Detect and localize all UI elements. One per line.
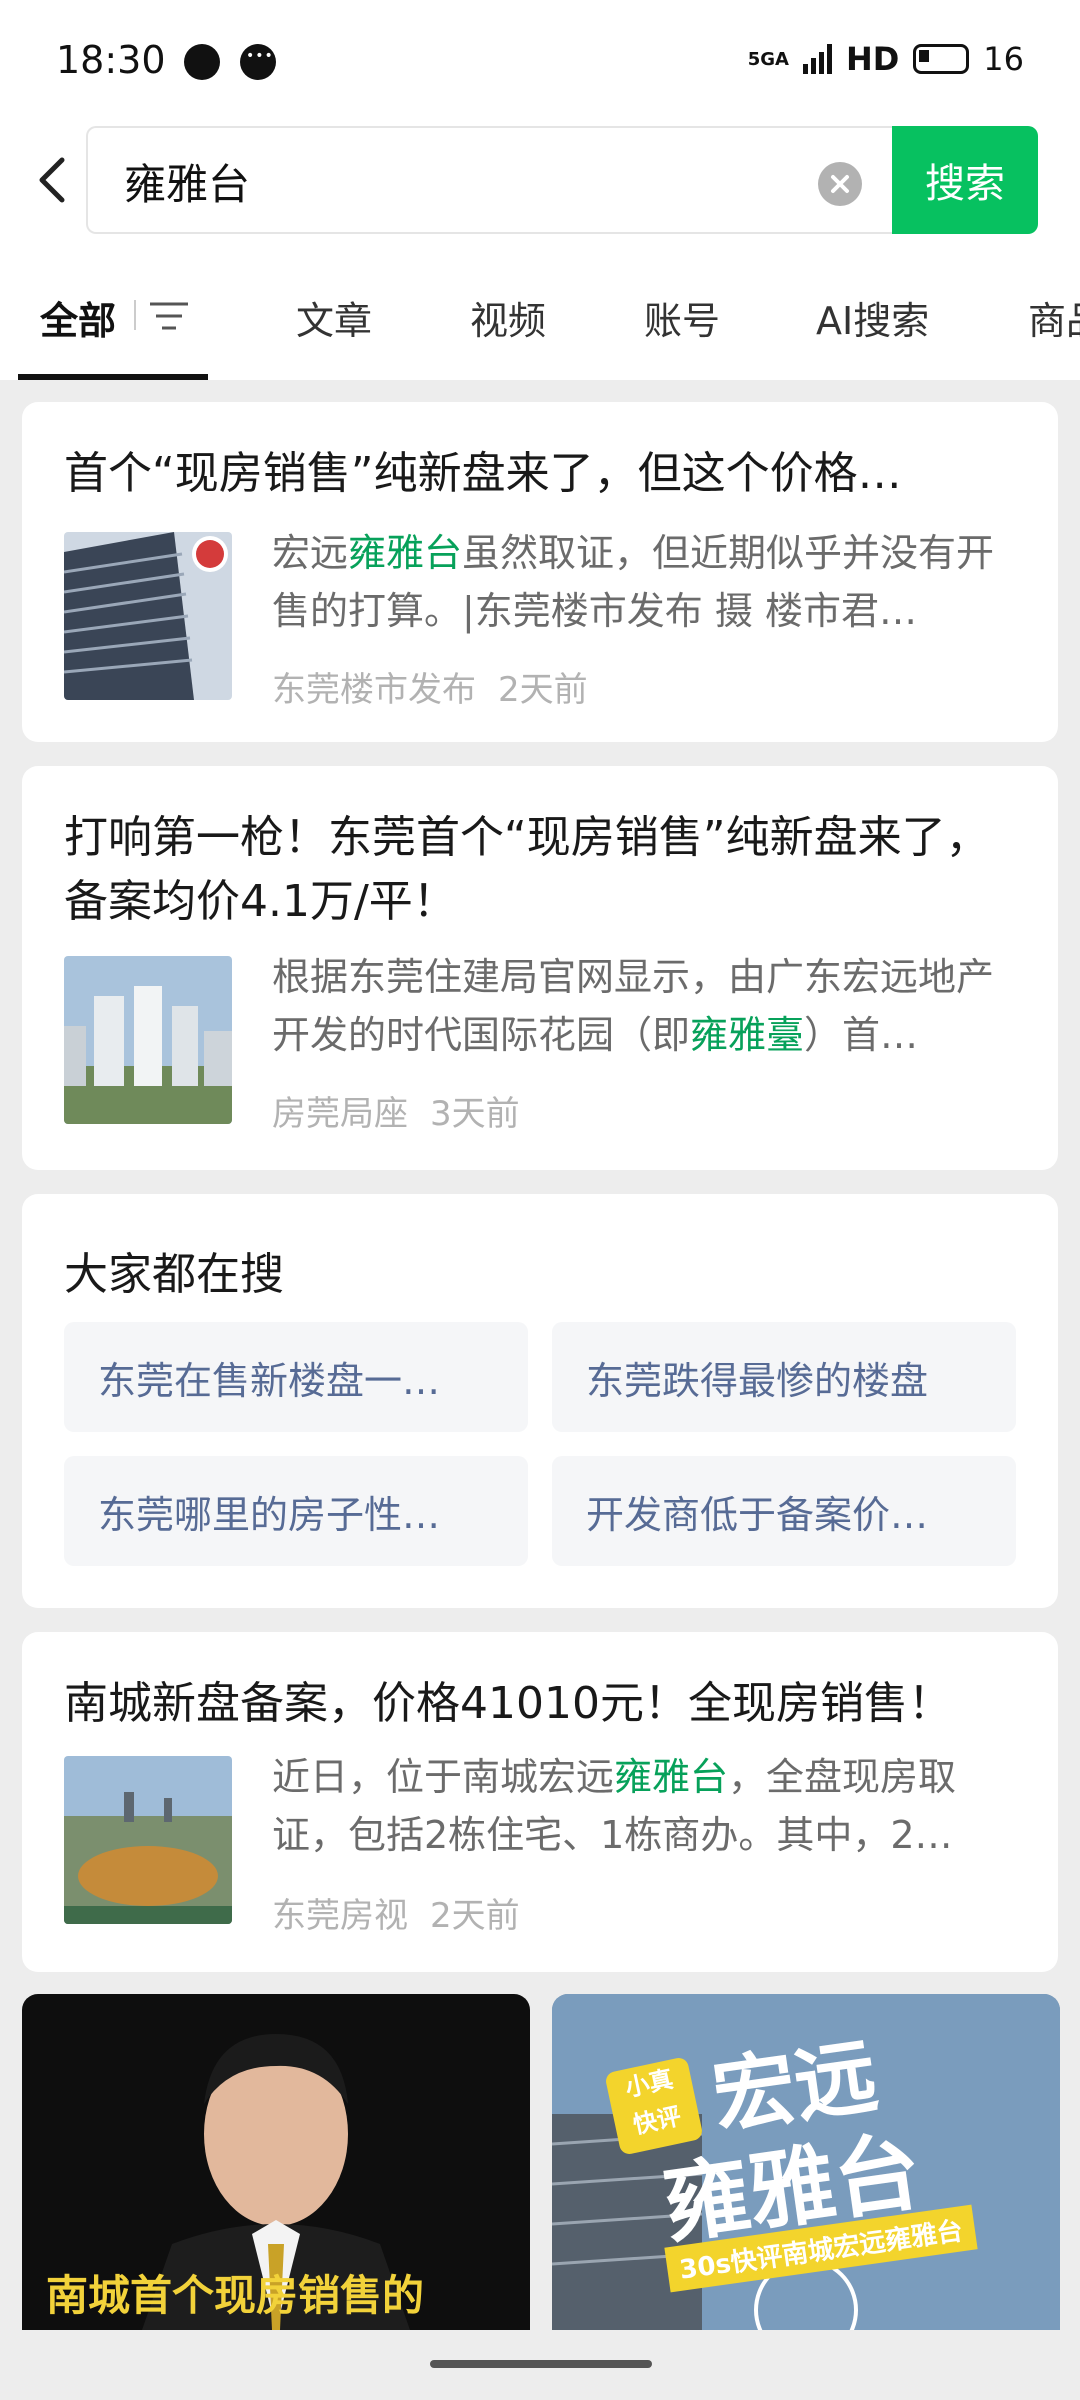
battery-level: 16 (983, 40, 1024, 78)
result-card[interactable]: 南城新盘备案，价格41010元！全现房销售！ 近日，位于南城宏远雍雅台，全盘现房… (22, 1632, 1058, 1972)
hot-search-chip[interactable]: 东莞跌得最惨的楼盘 (552, 1322, 1016, 1432)
active-tab-indicator (18, 374, 208, 380)
video-card[interactable]: 南城首个现房销售的 (22, 1994, 530, 2330)
result-title: 打响第一枪！东莞首个“现房销售”纯新盘来了，备案均价4.1万/平！ (64, 812, 990, 927)
result-card[interactable]: 打响第一枪！东莞首个“现房销售”纯新盘来了，备案均价4.1万/平！ 根据东莞住建… (22, 766, 1058, 1170)
status-time: 18:30 (56, 38, 166, 82)
search-button[interactable]: 搜索 (892, 126, 1038, 234)
result-meta: 东莞房视 2天前 (272, 1888, 520, 1937)
tab-all[interactable]: 全部 (40, 290, 116, 345)
result-snippet: 根据东莞住建局官网显示，由广东宏远地产开发的时代国际花园（即雍雅臺）首… (272, 955, 995, 1057)
tab-ai-search[interactable]: AI搜索 (816, 290, 929, 345)
result-meta: 东莞楼市发布 2天前 (272, 662, 588, 711)
back-arrow-icon (39, 157, 65, 203)
hot-search-chip[interactable]: 东莞在售新楼盘一… (64, 1322, 528, 1432)
result-snippet: 近日，位于南城宏远雍雅台，全盘现房取证，包括2栋住宅、1栋商办。其中，2… (272, 1755, 957, 1857)
clear-button[interactable] (818, 162, 862, 206)
status-indicators: 5GA HD 16 (748, 40, 1024, 78)
result-thumbnail (64, 1756, 232, 1924)
home-indicator-area (0, 2330, 1080, 2400)
hot-search-chip[interactable]: 开发商低于备案价… (552, 1456, 1016, 1566)
result-thumbnail (64, 532, 232, 700)
result-meta: 房莞局座 3天前 (272, 1086, 520, 1135)
tab-accounts[interactable]: 账号 (644, 290, 720, 345)
hd-label: HD (845, 40, 900, 78)
result-time: 2天前 (498, 670, 588, 710)
back-button[interactable] (28, 150, 78, 210)
video-card[interactable]: 小真 快评 宏远 雍雅台 30s快评南城宏远雍雅台 (552, 1994, 1060, 2330)
result-title: 南城新盘备案，价格41010元！全现房销售！ (64, 1678, 952, 1729)
network-label: 5GA (747, 48, 789, 70)
search-input[interactable] (122, 150, 766, 212)
result-source: 房莞局座 (272, 1094, 408, 1134)
result-source: 东莞房视 (272, 1896, 408, 1936)
tab-products[interactable]: 商品 (1028, 290, 1080, 345)
hot-search-chip[interactable]: 东莞哪里的房子性… (64, 1456, 528, 1566)
video-caption: 南城首个现房销售的 (46, 2271, 425, 2320)
hot-search-card: 大家都在搜 东莞在售新楼盘一… 东莞跌得最惨的楼盘 东莞哪里的房子性… 开发商低… (22, 1194, 1058, 1608)
clear-icon (831, 175, 849, 193)
filter-tabs: 全部 文章 视频 账号 AI搜索 商品 (0, 260, 1080, 380)
tab-articles[interactable]: 文章 (296, 290, 372, 345)
battery-icon (913, 44, 970, 74)
signal-icon (802, 44, 832, 74)
result-time: 2天前 (430, 1896, 520, 1936)
search-header: 搜索 (0, 120, 1080, 260)
result-thumbnail (64, 956, 232, 1124)
result-snippet: 宏远雍雅台虽然取证，但近期似乎并没有开售的打算。|东莞楼市发布 摄 楼市君… (272, 531, 995, 633)
result-time: 3天前 (430, 1094, 520, 1134)
message-icon (240, 44, 276, 80)
tab-videos[interactable]: 视频 (470, 290, 546, 345)
result-card[interactable]: 首个“现房销售”纯新盘来了，但这个价格… 宏远雍雅台虽然取证，但近期似乎并没有开… (22, 402, 1058, 742)
notification-icon (184, 44, 220, 80)
search-box (86, 126, 892, 234)
tab-divider (134, 300, 136, 330)
hot-search-title: 大家都在搜 (64, 1249, 284, 1300)
result-source: 东莞楼市发布 (272, 670, 476, 710)
home-indicator[interactable] (430, 2360, 652, 2368)
status-bar: 18:30 5GA HD 16 (0, 0, 1080, 120)
result-title: 首个“现房销售”纯新盘来了，但这个价格… (64, 448, 902, 499)
filter-icon[interactable] (148, 296, 190, 336)
